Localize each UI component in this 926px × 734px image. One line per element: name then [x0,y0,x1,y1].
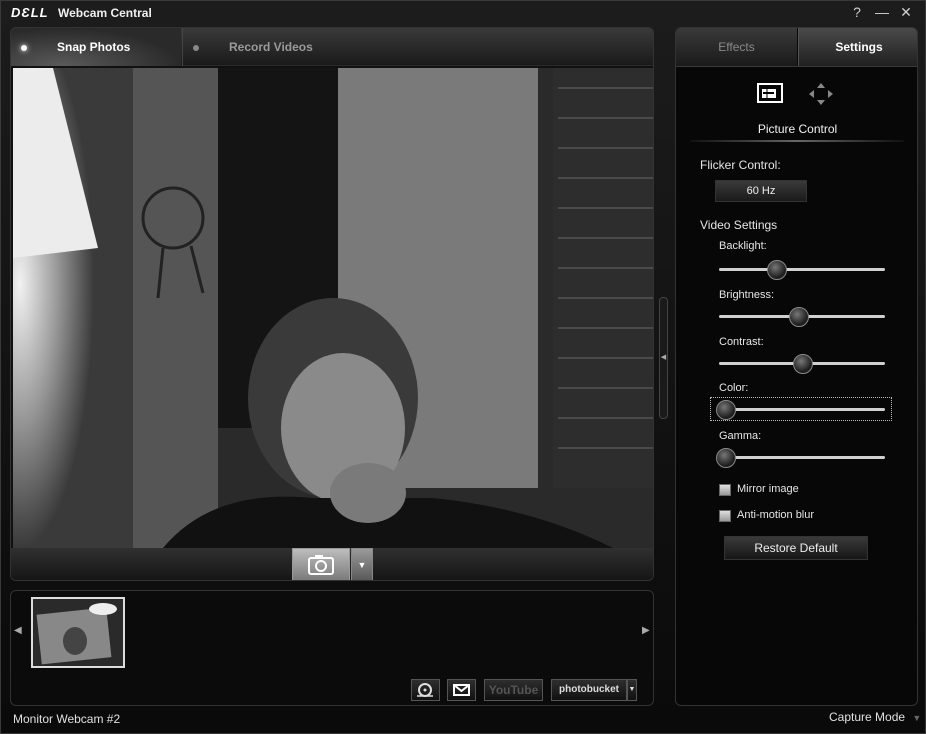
webcam-preview-image [13,68,653,548]
flicker-control-label: Flicker Control: [700,158,781,172]
backlight-track[interactable] [719,268,885,271]
backlight-slider[interactable] [714,259,886,280]
face-tracking-icon[interactable] [808,82,834,106]
device-status: Monitor Webcam #2 [13,712,121,726]
app-window: DƐLL Webcam Central ? — ✕ Snap Photos Re… [0,0,926,734]
tab-snap-photos[interactable]: Snap Photos [11,28,181,66]
tab-record-videos[interactable]: Record Videos [182,28,653,66]
contrast-slider[interactable] [714,353,886,374]
camera-icon [308,555,334,575]
mirror-image-label: Mirror image [737,483,799,495]
collapse-panel-handle[interactable]: ◀ [659,297,668,419]
backlight-label: Backlight: [719,240,767,252]
section-divider [690,140,904,142]
close-button[interactable]: ✕ [896,3,916,21]
help-button[interactable]: ? [847,3,867,21]
color-label: Color: [719,382,749,394]
capture-mode-menu[interactable]: Capture Mode ▼ [829,710,921,724]
thumbnails-next-icon[interactable]: ▶ [642,625,650,636]
youtube-button[interactable]: YouTube [484,679,543,701]
film-reel-icon [417,683,433,697]
contrast-label: Contrast: [719,336,764,348]
photo-thumbnail[interactable] [31,597,125,668]
gamma-label: Gamma: [719,430,762,442]
dell-logo: DƐLL [11,5,49,20]
capture-mode-label: Capture Mode [829,710,906,724]
backlight-thumb[interactable] [767,260,788,280]
brightness-thumb[interactable] [789,307,809,327]
thumbnail-strip: ◀ ▶ YouTube photobucket ▼ [10,590,654,706]
capture-mode-chevron-icon: ▼ [912,713,922,723]
gamma-thumb[interactable] [716,448,736,468]
settings-panel: Effects Settings Picture Control Flicker… [675,27,918,706]
restore-default-button[interactable]: Restore Default [724,536,868,560]
color-track[interactable] [719,408,885,411]
brightness-slider[interactable] [714,306,886,327]
thumbnails-prev-icon[interactable]: ◀ [14,625,22,636]
share-toolbar: YouTube photobucket ▼ [11,677,653,705]
picture-control-title: Picture Control [757,122,838,136]
flicker-frequency-button[interactable]: 60 Hz [715,180,807,202]
tab-divider [676,66,917,67]
color-slider[interactable] [710,397,892,421]
anti-motion-blur-label: Anti-motion blur [737,509,815,521]
gamma-track[interactable] [719,456,885,459]
video-settings-label: Video Settings [700,218,778,232]
tab-effects[interactable]: Effects [676,28,797,66]
gamma-slider[interactable] [714,447,886,468]
capture-photo-button[interactable] [292,548,350,580]
active-dot-icon [21,44,27,51]
tab-snap-photos-label: Snap Photos [57,40,131,54]
preview-panel: Snap Photos Record Videos ▼ [10,27,654,581]
mode-tabs: Snap Photos Record Videos [11,28,653,66]
share-more-dropdown[interactable]: ▼ [627,679,637,701]
capture-options-dropdown[interactable]: ▼ [351,548,373,580]
film-reel-button[interactable] [411,679,440,701]
app-title: Webcam Central [58,6,152,20]
title-bar: DƐLL Webcam Central ? — ✕ [1,1,925,25]
color-thumb[interactable] [716,400,736,420]
inactive-dot-icon [193,44,199,51]
photo-thumbnail-image [33,599,123,666]
mirror-image-checkbox[interactable] [719,484,731,496]
tab-settings[interactable]: Settings [798,28,917,66]
email-button[interactable] [447,679,476,701]
anti-motion-blur-checkbox[interactable] [719,510,731,522]
brightness-label: Brightness: [719,289,775,301]
contrast-thumb[interactable] [793,354,814,374]
capture-bar: ▼ [11,548,653,580]
tab-record-videos-label: Record Videos [229,40,313,54]
picture-control-icon[interactable] [757,82,783,106]
webcam-preview [13,68,653,548]
photobucket-button[interactable]: photobucket [551,679,627,701]
envelope-icon [453,684,470,696]
minimize-button[interactable]: — [872,3,892,21]
